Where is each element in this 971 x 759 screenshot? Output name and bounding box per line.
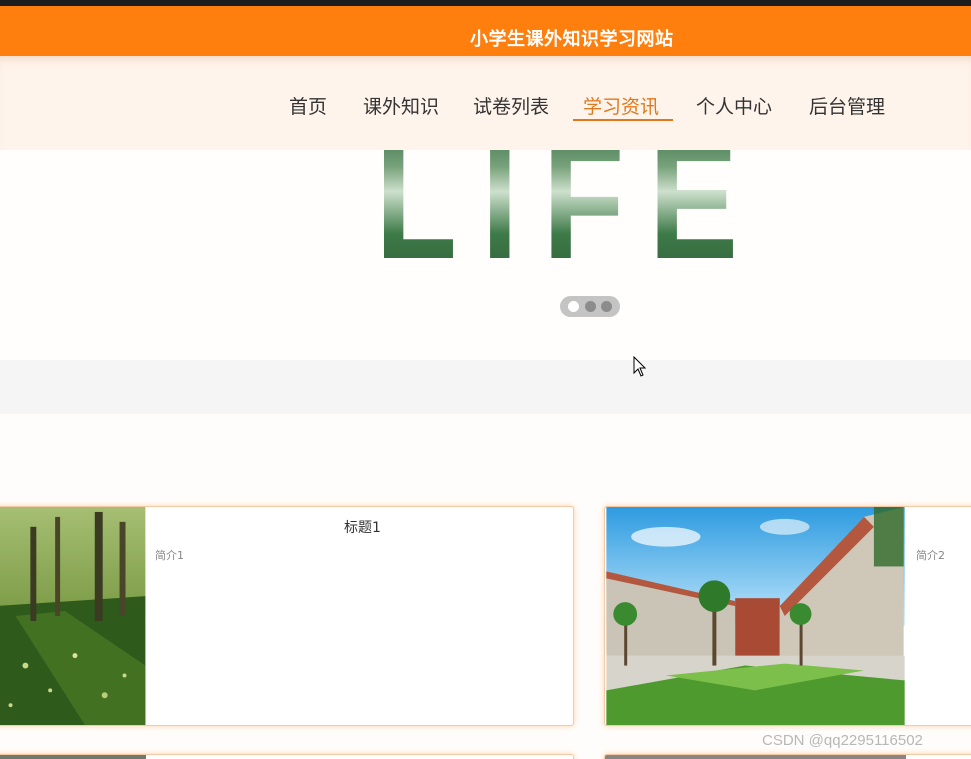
nav-item-extracurricular-knowledge[interactable]: 课外知识 bbox=[363, 92, 439, 119]
card-description: 简介1 bbox=[155, 549, 184, 562]
carousel-dot-3[interactable] bbox=[601, 301, 612, 312]
nav-item-personal-center[interactable]: 个人中心 bbox=[696, 92, 772, 119]
watermark: CSDN @qq2295116502 bbox=[762, 732, 923, 749]
card-title: 标题1 bbox=[344, 520, 381, 536]
news-card-1[interactable]: 标题1 简介1 bbox=[0, 506, 574, 726]
active-nav-underline bbox=[573, 119, 673, 121]
banner-image-text: LIFE bbox=[375, 150, 762, 284]
nav-item-home[interactable]: 首页 bbox=[289, 92, 327, 119]
campus-courtyard-photo bbox=[606, 507, 905, 725]
carousel-dot-2[interactable] bbox=[585, 301, 596, 312]
section-divider-band bbox=[0, 360, 971, 414]
news-card-3-partial[interactable] bbox=[0, 754, 574, 759]
card-description: 简介2 bbox=[916, 549, 945, 562]
nav-item-exam-list[interactable]: 试卷列表 bbox=[473, 92, 549, 119]
carousel-dot-1[interactable] bbox=[568, 301, 579, 312]
mouse-cursor-icon bbox=[633, 356, 647, 377]
site-title: 小学生课外知识学习网站 bbox=[470, 29, 674, 50]
main-nav: 首页 课外知识 试卷列表 学习资讯 个人中心 后台管理 bbox=[0, 56, 971, 150]
nav-item-admin[interactable]: 后台管理 bbox=[809, 92, 885, 119]
news-card-4-partial[interactable] bbox=[604, 754, 971, 759]
banner-carousel: LIFE bbox=[0, 150, 971, 360]
news-card-2[interactable]: 简介2 bbox=[604, 506, 971, 726]
card-image-partial bbox=[0, 755, 146, 759]
carousel-indicator bbox=[560, 296, 620, 317]
card-image-partial bbox=[605, 755, 906, 759]
site-header: 小学生课外知识学习网站 bbox=[0, 6, 971, 56]
forest-path-photo bbox=[0, 507, 146, 725]
nav-item-study-news[interactable]: 学习资讯 bbox=[583, 92, 659, 119]
